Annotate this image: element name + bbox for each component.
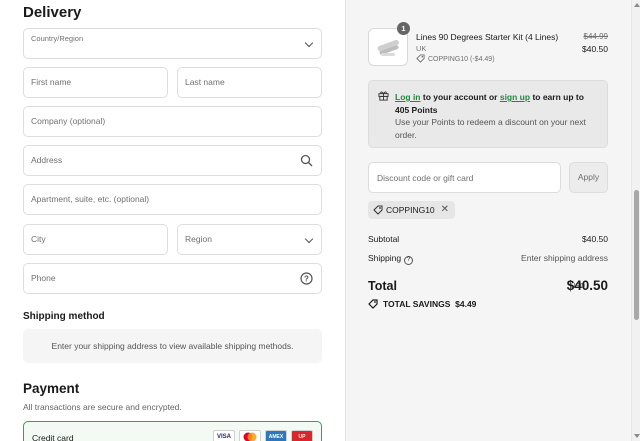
svg-text:?: ?	[304, 274, 309, 283]
original-price: $44.99	[583, 32, 608, 41]
quantity-badge: 1	[397, 22, 410, 35]
discount-code-input[interactable]: Discount code or gift card	[368, 162, 561, 193]
address-input[interactable]: Address	[23, 145, 322, 176]
scroll-up-arrow-icon[interactable]	[634, 3, 640, 7]
page-scrollbar[interactable]	[631, 0, 640, 441]
payment-title: Payment	[23, 381, 80, 396]
final-price: $40.50	[582, 44, 608, 54]
city-input[interactable]: City	[23, 224, 168, 255]
gift-icon	[378, 91, 389, 101]
chevron-down-icon	[304, 38, 314, 48]
login-link[interactable]: Log in	[395, 92, 421, 102]
shipping-method-placeholder: Enter your shipping address to view avai…	[23, 329, 322, 363]
phone-placeholder: Phone	[31, 273, 56, 283]
payment-subtitle: All transactions are secure and encrypte…	[23, 402, 182, 412]
total-label: Total	[368, 279, 397, 293]
signup-link[interactable]: sign up	[500, 92, 530, 102]
chevron-down-icon	[304, 234, 314, 244]
remove-discount-icon[interactable]: ✕	[441, 201, 449, 219]
scroll-down-arrow-icon[interactable]	[634, 434, 640, 438]
mastercard-icon	[239, 430, 261, 441]
product-variant: UK	[416, 44, 427, 53]
shipping-value: Enter shipping address	[521, 253, 608, 263]
country-region-label: Country/Region	[31, 34, 84, 43]
apartment-placeholder: Apartment, suite, etc. (optional)	[31, 194, 150, 204]
company-input[interactable]: Company (optional)	[23, 106, 322, 137]
tag-icon	[368, 299, 378, 309]
last-name-placeholder: Last name	[185, 77, 225, 87]
first-name-input[interactable]: First name	[23, 67, 168, 98]
visa-card-icon: VISA	[213, 430, 235, 441]
shipping-method-title: Shipping method	[23, 311, 105, 322]
company-placeholder: Company (optional)	[31, 116, 106, 126]
unionpay-card-icon: UP	[291, 430, 313, 441]
address-placeholder: Address	[31, 155, 63, 165]
tag-icon	[416, 54, 425, 63]
product-discount: COPPING10 (-$4.49)	[416, 54, 495, 63]
city-placeholder: City	[31, 234, 46, 244]
credit-card-label: Credit card	[32, 433, 74, 441]
search-icon[interactable]	[300, 154, 313, 167]
region-placeholder: Region	[185, 234, 212, 244]
help-icon[interactable]: ?	[300, 272, 313, 285]
delivery-form-panel: Delivery Country/Region First name Last …	[0, 0, 345, 441]
total-savings-value: $4.49	[455, 299, 477, 309]
last-name-input[interactable]: Last name	[177, 67, 322, 98]
region-select[interactable]: Region	[177, 224, 322, 255]
shipping-label-row: Shipping?	[368, 253, 414, 265]
discount-code-placeholder: Discount code or gift card	[377, 173, 474, 183]
scrollbar-thumb[interactable]	[634, 190, 639, 320]
country-region-select[interactable]: Country/Region	[23, 28, 322, 59]
points-text-mid: to your account or	[420, 92, 500, 102]
help-icon[interactable]: ?	[404, 256, 414, 265]
points-description: Use your Points to redeem a discount on …	[395, 117, 586, 140]
product-name: Lines 90 Degrees Starter Kit (4 Lines)	[416, 32, 559, 42]
applied-discount-chip: COPPING10 ✕	[368, 201, 456, 219]
product-discount-text: COPPING10 (-$4.49)	[428, 56, 495, 63]
subtotal-value: $40.50	[582, 234, 608, 244]
credit-card-option[interactable]: Credit card VISA AMEX UP	[23, 421, 322, 441]
phone-input[interactable]: Phone ?	[23, 263, 322, 294]
first-name-placeholder: First name	[31, 77, 72, 87]
apply-button[interactable]: Apply	[569, 162, 608, 193]
apartment-input[interactable]: Apartment, suite, etc. (optional)	[23, 184, 322, 215]
tag-icon	[373, 205, 383, 215]
amex-card-icon: AMEX	[265, 430, 287, 441]
total-value: $40.50	[566, 278, 608, 293]
applied-code-text: COPPING10	[386, 205, 435, 215]
total-savings: TOTAL SAVINGS $4.49	[368, 299, 476, 309]
delivery-heading: Delivery	[23, 4, 82, 21]
shipping-label: Shipping	[368, 253, 402, 263]
subtotal-label: Subtotal	[368, 234, 400, 244]
total-savings-label: TOTAL SAVINGS	[383, 299, 451, 309]
points-banner: Log in to your account or sign up to ear…	[368, 80, 608, 148]
